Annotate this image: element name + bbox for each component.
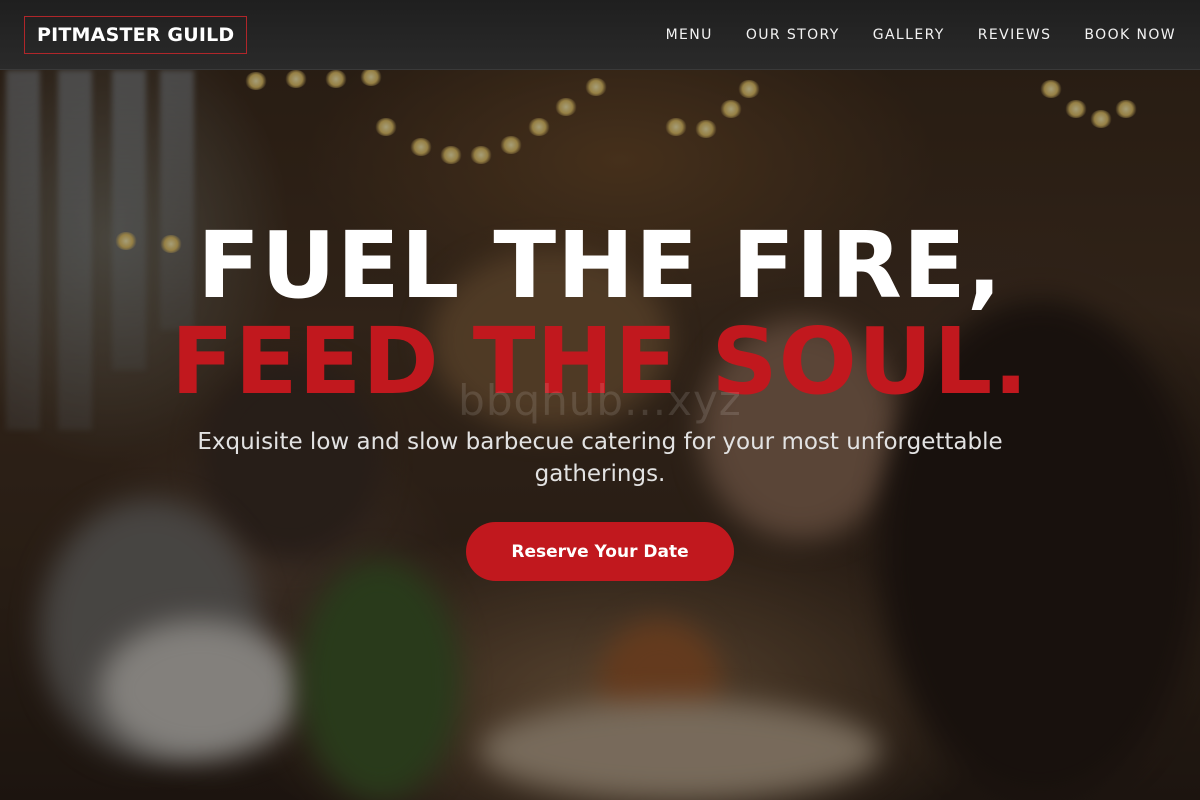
nav-item-reviews[interactable]: REVIEWS [978, 27, 1052, 43]
reserve-date-button[interactable]: Reserve Your Date [466, 522, 734, 581]
nav-item-our-story[interactable]: OUR STORY [746, 27, 840, 43]
site-header: PITMASTER GUILD MENU OUR STORY GALLERY R… [0, 0, 1200, 70]
hero-tagline: Exquisite low and slow barbecue catering… [197, 429, 1003, 487]
nav-item-menu[interactable]: MENU [666, 27, 713, 43]
main-nav: MENU OUR STORY GALLERY REVIEWS BOOK NOW [666, 27, 1176, 43]
logo-link[interactable]: PITMASTER GUILD [24, 15, 248, 54]
nav-item-gallery[interactable]: GALLERY [873, 27, 945, 43]
hero-headline-line1: FUEL THE FIRE, [197, 212, 1003, 319]
nav-item-book-now[interactable]: BOOK NOW [1084, 27, 1176, 43]
watermark-text: bbqhub...xyz [458, 376, 742, 425]
hero-section: FUEL THE FIRE, FEED THE SOUL. bbqhub...x… [0, 70, 1200, 800]
